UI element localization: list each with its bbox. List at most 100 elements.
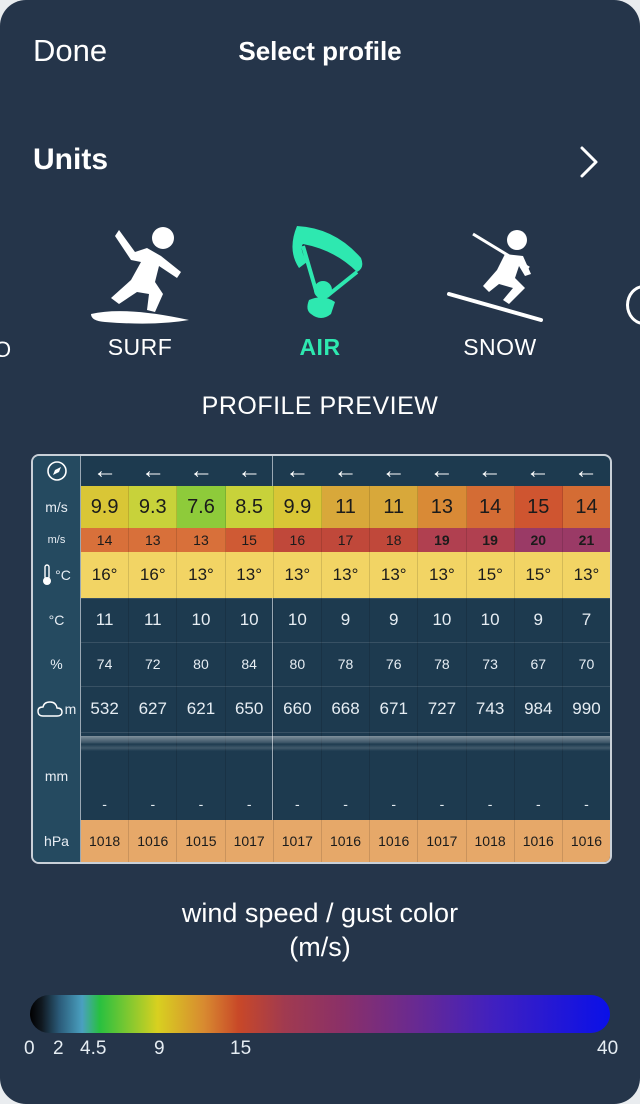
row-unit-label: hPa xyxy=(44,833,69,849)
dew-cell: 9 xyxy=(515,598,563,642)
pressure-row-label: hPa xyxy=(33,820,81,862)
humidity-cell: 80 xyxy=(274,642,322,686)
row-divider xyxy=(33,862,610,863)
cloud-cell: 650 xyxy=(226,686,274,732)
kite-icon xyxy=(292,226,363,318)
units-row-label[interactable]: Units xyxy=(33,143,108,177)
pressure-cell: 1017 xyxy=(225,820,274,862)
temp-cell: 13° xyxy=(562,552,610,598)
scale-tick: 15 xyxy=(230,1038,252,1059)
cloud-cell: 727 xyxy=(418,686,467,732)
row-unit-label: °C xyxy=(48,612,65,628)
dew-row-label: °C xyxy=(33,598,81,642)
pressure-cell: 1016 xyxy=(321,820,371,862)
profile-surf[interactable]: SURF xyxy=(60,222,220,361)
temp-cell: 13° xyxy=(225,552,274,598)
wind-cell: 15 xyxy=(514,486,563,528)
gust-cell: 21 xyxy=(562,528,610,552)
dew-cell: 10 xyxy=(418,598,467,642)
gust-cell: 20 xyxy=(514,528,563,552)
wind-row-label: m/s xyxy=(33,486,81,528)
humidity-row: % 74 72 80 84 80 78 76 78 73 67 70 xyxy=(33,642,610,686)
scale-tick: 40 xyxy=(597,1038,619,1059)
pressure-cell: 1016 xyxy=(129,820,178,862)
wind-cell: 9.9 xyxy=(273,486,322,528)
wind-cell: 11 xyxy=(321,486,371,528)
cloud-row: m 532 627 621 650 660 668 671 727 743 984 990 xyxy=(33,686,610,732)
humidity-cell: 84 xyxy=(226,642,274,686)
gust-cell: 15 xyxy=(225,528,274,552)
row-unit-label: % xyxy=(50,656,63,672)
wind-direction-arrow-icon: ← xyxy=(93,457,118,484)
profile-snow[interactable]: SNOW xyxy=(420,222,580,361)
profile-label: SURF xyxy=(107,334,173,360)
wind-direction-arrow-icon: ← xyxy=(573,457,598,484)
ski-icon xyxy=(447,230,543,322)
temp-cell: 16° xyxy=(129,552,178,598)
page-title: Select profile xyxy=(238,36,402,66)
dew-cell: 11 xyxy=(81,598,130,642)
scale-tick: 0 xyxy=(24,1038,35,1059)
temp-cell: 15° xyxy=(466,552,515,598)
wind-cell: 14 xyxy=(466,486,515,528)
dew-cell: 10 xyxy=(274,598,322,642)
wind-cell: 8.5 xyxy=(225,486,274,528)
cloud-icon xyxy=(36,701,63,717)
temp-cell: 16° xyxy=(81,552,130,598)
temp-cell: 13° xyxy=(321,552,371,598)
gust-cell: 17 xyxy=(321,528,371,552)
temp-cell: 15° xyxy=(514,552,563,598)
dew-cell: 7 xyxy=(581,610,592,629)
pressure-cell: 1016 xyxy=(514,820,563,862)
profile-offscreen-left[interactable]: O xyxy=(0,337,11,363)
wind-direction-arrow-icon: ← xyxy=(333,457,358,484)
wind-direction-arrow-icon: ← xyxy=(525,457,550,484)
cloud-cell: 990 xyxy=(572,699,601,718)
compass-icon xyxy=(46,461,67,481)
pressure-cell: 1015 xyxy=(177,820,226,862)
legend-title-line2: (m/s) xyxy=(289,932,351,962)
legend-title: wind speed / gust color (m/s) xyxy=(0,896,640,964)
wind-direction-arrow-icon: ← xyxy=(285,457,310,484)
pressure-cell: 1016 xyxy=(562,820,610,862)
gust-cell: 14 xyxy=(81,528,130,552)
gust-cell: 18 xyxy=(370,528,419,552)
cloud-cell: 532 xyxy=(81,686,130,732)
gust-cell: 13 xyxy=(177,528,226,552)
row-unit-label: m xyxy=(64,701,77,717)
dew-cell: 9 xyxy=(370,598,419,642)
profile-offscreen-right-icon[interactable] xyxy=(626,285,640,325)
gust-cell: 19 xyxy=(466,528,515,552)
row-unit-label: m/s xyxy=(47,534,66,546)
gust-cell: 13 xyxy=(129,528,178,552)
scale-tick: 4.5 xyxy=(80,1038,107,1059)
temp-row-label: °C xyxy=(33,552,81,598)
profile-air[interactable]: AIR xyxy=(240,222,400,361)
wind-direction-arrow-icon: ← xyxy=(477,457,502,484)
pressure-cell: 1018 xyxy=(81,820,130,862)
dew-cell: 10 xyxy=(177,598,226,642)
wind-direction-arrow-icon: ← xyxy=(429,457,454,484)
wind-cell: 9.3 xyxy=(129,486,178,528)
scale-tick: 2 xyxy=(53,1038,64,1059)
gust-cell: 16 xyxy=(273,528,322,552)
temp-cell: 13° xyxy=(370,552,419,598)
dew-cell: 10 xyxy=(467,598,515,642)
temp-cell: 13° xyxy=(273,552,322,598)
surf-icon xyxy=(91,227,189,324)
cloud-cell: 627 xyxy=(129,686,178,732)
cloud-cell: 984 xyxy=(515,686,563,732)
cloud-cell: 743 xyxy=(467,686,515,732)
gust-row-label: m/s xyxy=(33,528,81,552)
wind-direction-arrow-icon: ← xyxy=(141,457,166,484)
row-unit-label: m/s xyxy=(45,499,68,515)
wind-direction-arrow-icon: ← xyxy=(237,457,262,484)
cloud-row-label: m xyxy=(33,686,81,732)
profile-label: SNOW xyxy=(463,334,537,360)
pressure-cell: 1018 xyxy=(466,820,515,862)
chevron-right-icon[interactable] xyxy=(574,142,604,182)
rain-row-label: mm xyxy=(33,732,81,820)
wind-cell: 14 xyxy=(562,486,610,528)
humidity-cell: 80 xyxy=(177,642,226,686)
humidity-cell: 72 xyxy=(129,642,178,686)
